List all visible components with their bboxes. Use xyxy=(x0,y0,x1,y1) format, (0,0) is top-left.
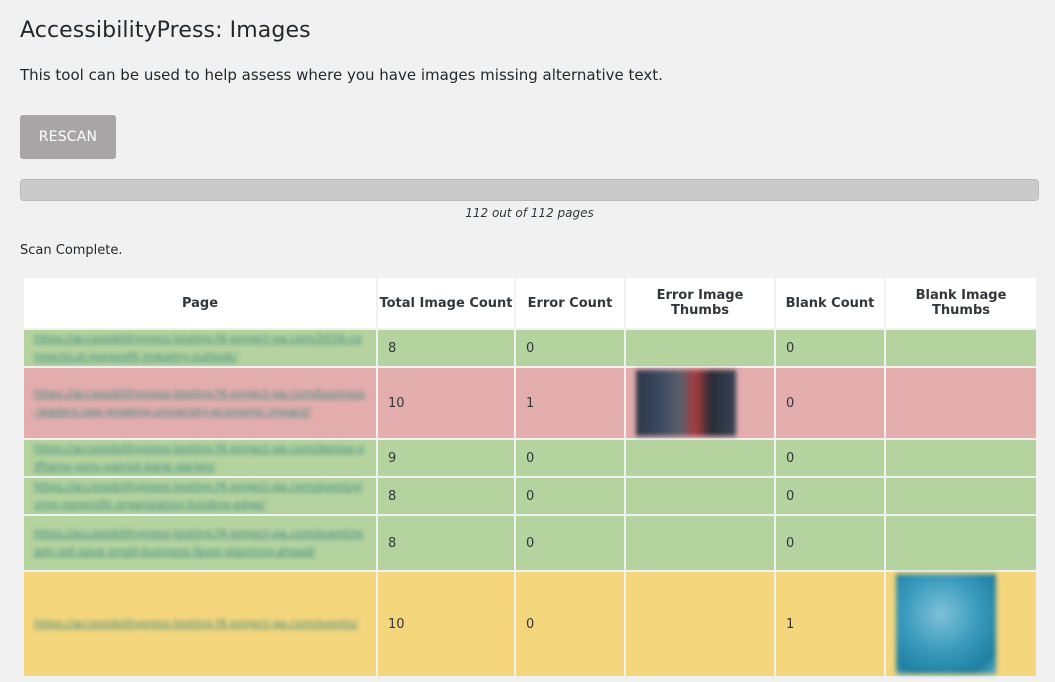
scan-progress-text: 112 out of 112 pages xyxy=(465,206,594,220)
total-image-count-cell: 10 xyxy=(376,366,516,440)
error-image-thumbs-cell xyxy=(624,438,776,478)
error-image-thumbs-cell xyxy=(624,476,776,516)
page-cell: https://accessibilitypress-testing.f4-pr… xyxy=(22,328,378,368)
table-row: https://accessibilitypress-testing.f4-pr… xyxy=(22,366,1038,440)
error-count-cell: 0 xyxy=(514,476,626,516)
error-image-thumbs-cell xyxy=(624,366,776,440)
error-count-cell: 0 xyxy=(514,328,626,368)
page-link[interactable]: https://accessibilitypress-testing.f4-pr… xyxy=(34,440,366,476)
error-image-thumbnail[interactable] xyxy=(636,370,736,436)
page-title: AccessibilityPress: Images xyxy=(20,18,311,43)
blank-image-thumbs-cell xyxy=(884,514,1038,572)
blank-count-cell: 1 xyxy=(774,570,886,678)
blank-count-cell: 0 xyxy=(774,438,886,478)
total-image-count-cell: 8 xyxy=(376,328,516,368)
rescan-button[interactable]: RESCAN xyxy=(20,115,116,159)
page-link[interactable]: https://accessibilitypress-testing.f4-pr… xyxy=(34,385,366,421)
images-results-table: Page Total Image Count Error Count Error… xyxy=(22,276,1038,678)
page-description: This tool can be used to help assess whe… xyxy=(20,66,663,84)
blank-image-thumbs-cell xyxy=(884,438,1038,478)
column-header-page[interactable]: Page xyxy=(22,276,378,330)
page-cell: https://accessibilitypress-testing.f4-pr… xyxy=(22,476,378,516)
table-row: https://accessibilitypress-testing.f4-pr… xyxy=(22,476,1038,516)
blank-count-cell: 0 xyxy=(774,366,886,440)
error-count-cell: 0 xyxy=(514,438,626,478)
blank-image-thumbs-cell xyxy=(884,328,1038,368)
blank-image-thumbs-cell xyxy=(884,366,1038,440)
page-link[interactable]: https://accessibilitypress-testing.f4-pr… xyxy=(34,525,366,561)
blank-image-thumbs-cell xyxy=(884,570,1038,678)
page-link[interactable]: https://accessibilitypress-testing.f4-pr… xyxy=(34,615,366,633)
error-count-cell: 1 xyxy=(514,366,626,440)
column-header-error-count[interactable]: Error Count xyxy=(514,276,626,330)
blank-count-cell: 0 xyxy=(774,514,886,572)
page-cell: https://accessibilitypress-testing.f4-pr… xyxy=(22,570,378,678)
table-row: https://accessibilitypress-testing.f4-pr… xyxy=(22,328,1038,368)
total-image-count-cell: 8 xyxy=(376,514,516,572)
page-link[interactable]: https://accessibilitypress-testing.f4-pr… xyxy=(34,478,366,514)
table-row: https://accessibilitypress-testing.f4-pr… xyxy=(22,514,1038,572)
column-header-blank-image-thumbs[interactable]: Blank Image Thumbs xyxy=(884,276,1038,330)
column-header-total-image-count[interactable]: Total Image Count xyxy=(376,276,516,330)
blank-image-thumbnail[interactable] xyxy=(896,574,996,674)
total-image-count-cell: 8 xyxy=(376,476,516,516)
error-image-thumbs-cell xyxy=(624,570,776,678)
table-row: https://accessibilitypress-testing.f4-pr… xyxy=(22,570,1038,678)
error-count-cell: 0 xyxy=(514,570,626,678)
error-image-thumbs-cell xyxy=(624,514,776,572)
blank-count-cell: 0 xyxy=(774,476,886,516)
scan-status: Scan Complete. xyxy=(20,243,123,258)
blank-image-thumbs-cell xyxy=(884,476,1038,516)
page-cell: https://accessibilitypress-testing.f4-pr… xyxy=(22,366,378,440)
page-cell: https://accessibilitypress-testing.f4-pr… xyxy=(22,514,378,572)
table-row: https://accessibilitypress-testing.f4-pr… xyxy=(22,438,1038,478)
scan-progress-fill xyxy=(21,180,1038,200)
total-image-count-cell: 9 xyxy=(376,438,516,478)
error-image-thumbs-cell xyxy=(624,328,776,368)
column-header-error-image-thumbs[interactable]: Error Image Thumbs xyxy=(624,276,776,330)
page-cell: https://accessibilitypress-testing.f4-pr… xyxy=(22,438,378,478)
total-image-count-cell: 10 xyxy=(376,570,516,678)
blank-count-cell: 0 xyxy=(774,328,886,368)
page-link[interactable]: https://accessibilitypress-testing.f4-pr… xyxy=(34,330,366,366)
scan-progress-bar xyxy=(20,179,1039,201)
table-header-row: Page Total Image Count Error Count Error… xyxy=(22,276,1038,330)
error-count-cell: 0 xyxy=(514,514,626,572)
column-header-blank-count[interactable]: Blank Count xyxy=(774,276,886,330)
